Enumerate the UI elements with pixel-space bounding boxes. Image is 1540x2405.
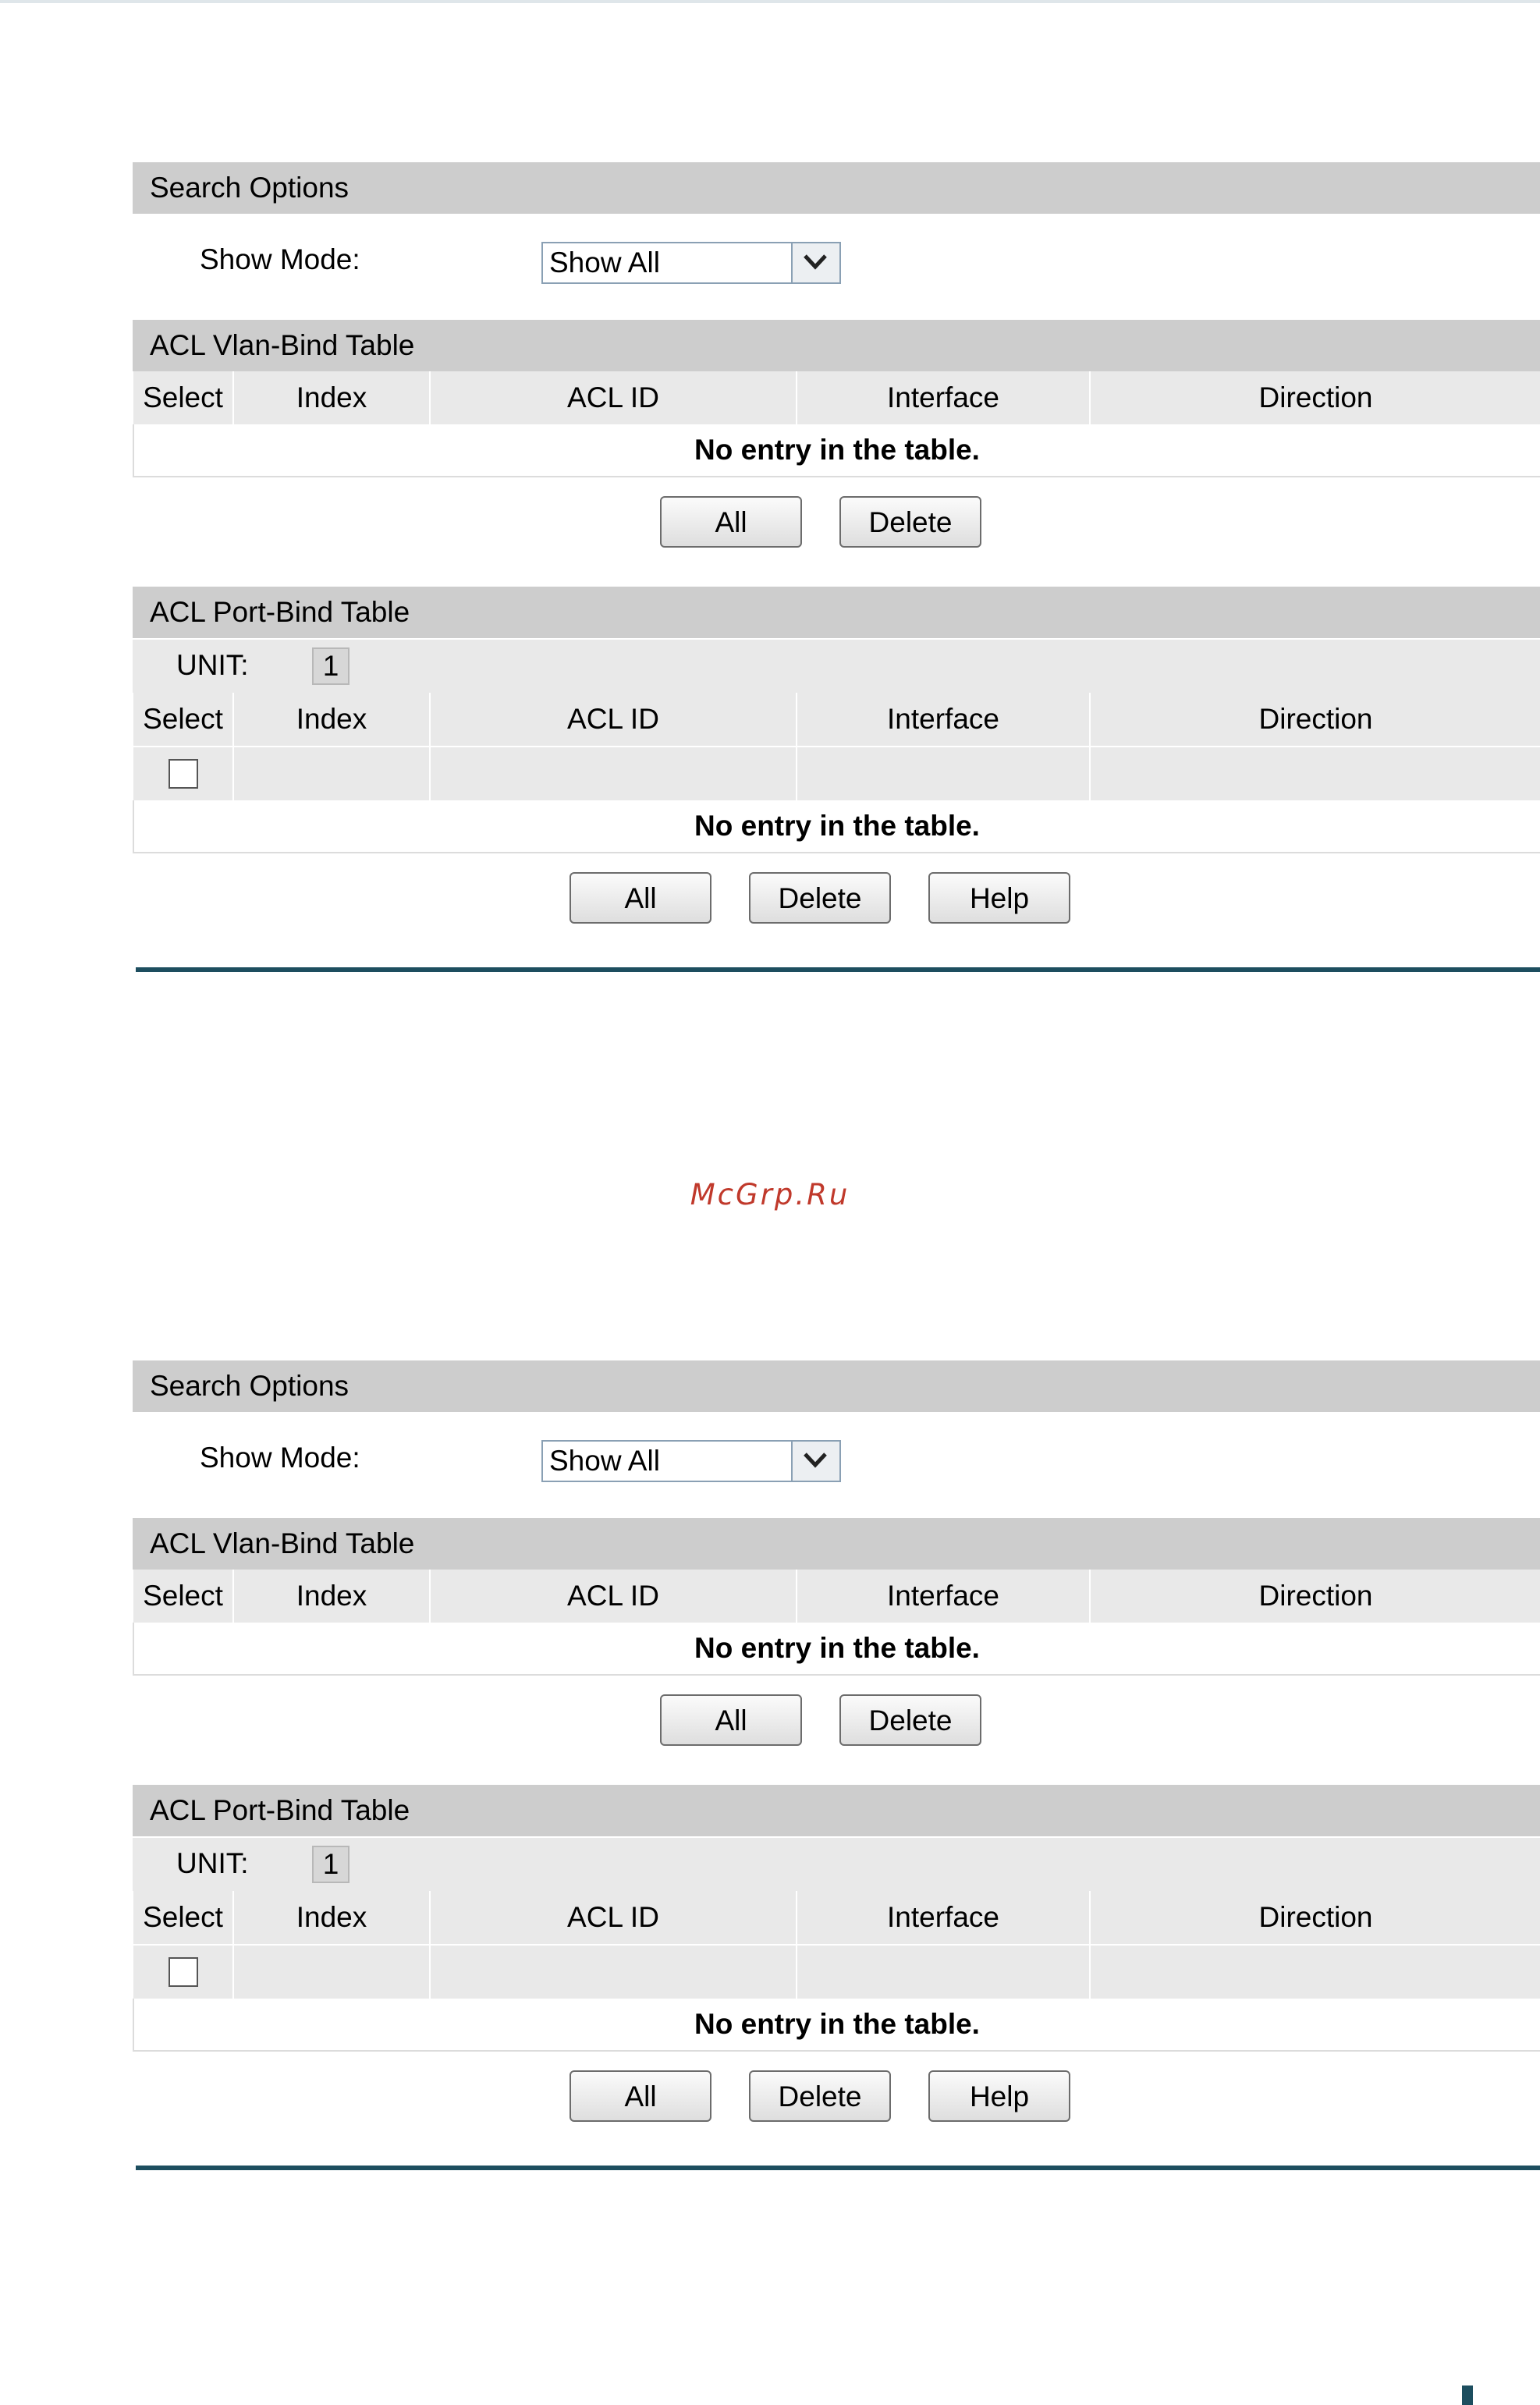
column-header-select: Select xyxy=(133,1570,234,1623)
column-header-interface: Interface xyxy=(797,371,1091,424)
section-divider xyxy=(136,2166,1540,2170)
port-bind-table: Select Index ACL ID Interface Direction … xyxy=(133,693,1540,853)
column-header-index: Index xyxy=(233,693,431,747)
page-corner-mark xyxy=(1462,2385,1473,2405)
vlan-bind-button-row: All Delete xyxy=(133,477,1540,587)
show-mode-row: Show Mode: Show All xyxy=(133,1412,1540,1518)
blank-cell xyxy=(233,746,431,800)
blank-cell xyxy=(430,1944,797,1999)
vlan-bind-table: Select Index ACL ID Interface Direction … xyxy=(133,1570,1540,1676)
show-mode-select[interactable]: Show All xyxy=(541,1440,841,1482)
port-bind-empty-message: No entry in the table. xyxy=(133,800,1540,853)
search-options-header: Search Options xyxy=(133,162,1540,214)
vlan-delete-button[interactable]: Delete xyxy=(839,1694,981,1746)
column-header-index: Index xyxy=(233,1891,431,1945)
acl-binding-panel-1: Search Options Show Mode: Show All ACL V… xyxy=(133,162,1540,963)
vlan-delete-button[interactable]: Delete xyxy=(839,496,981,548)
vlan-bind-table-header: ACL Vlan-Bind Table xyxy=(133,320,1540,371)
vlan-bind-column-headers: Select Index ACL ID Interface Direction xyxy=(133,1570,1540,1623)
unit-label: UNIT: xyxy=(176,649,249,681)
help-button[interactable]: Help xyxy=(928,2070,1070,2122)
vlan-bind-empty-message: No entry in the table. xyxy=(133,1623,1540,1676)
port-delete-button[interactable]: Delete xyxy=(749,2070,891,2122)
port-bind-table-header: ACL Port-Bind Table xyxy=(133,1785,1540,1836)
column-header-acl-id: ACL ID xyxy=(430,693,797,747)
port-bind-button-row: All Delete Help xyxy=(133,853,1540,963)
port-bind-column-headers: Select Index ACL ID Interface Direction xyxy=(133,693,1540,747)
section-divider xyxy=(136,967,1540,972)
blank-cell xyxy=(1090,746,1540,800)
search-options-header: Search Options xyxy=(133,1360,1540,1412)
unit-selector-row: UNIT: 1 xyxy=(133,1836,1540,1891)
vlan-select-all-button[interactable]: All xyxy=(660,1694,802,1746)
unit-label: UNIT: xyxy=(176,1847,249,1879)
unit-tab-1[interactable]: 1 xyxy=(312,647,350,685)
blank-cell xyxy=(430,746,797,800)
vlan-select-all-button[interactable]: All xyxy=(660,496,802,548)
vlan-bind-table-header: ACL Vlan-Bind Table xyxy=(133,1518,1540,1570)
column-header-direction: Direction xyxy=(1090,1570,1540,1623)
column-header-direction: Direction xyxy=(1090,371,1540,424)
chevron-down-icon[interactable] xyxy=(791,1442,839,1481)
blank-cell xyxy=(797,746,1091,800)
watermark: McGrp.Ru xyxy=(690,1178,850,1211)
chevron-down-icon[interactable] xyxy=(791,243,839,282)
unit-selector-row: UNIT: 1 xyxy=(133,638,1540,693)
column-header-direction: Direction xyxy=(1090,1891,1540,1945)
select-all-row xyxy=(133,746,1540,800)
port-bind-table: Select Index ACL ID Interface Direction … xyxy=(133,1891,1540,2052)
blank-cell xyxy=(233,1944,431,1999)
unit-tab-1[interactable]: 1 xyxy=(312,1846,350,1883)
acl-binding-panel-2: Search Options Show Mode: Show All ACL V… xyxy=(133,1360,1540,2161)
show-mode-value: Show All xyxy=(549,1445,660,1477)
port-bind-button-row: All Delete Help xyxy=(133,2052,1540,2161)
select-all-checkbox[interactable] xyxy=(168,1957,198,1987)
column-header-direction: Direction xyxy=(1090,693,1540,747)
show-mode-label: Show Mode: xyxy=(200,1442,360,1474)
column-header-acl-id: ACL ID xyxy=(430,1891,797,1945)
show-mode-row: Show Mode: Show All xyxy=(133,214,1540,320)
select-all-cell xyxy=(133,1944,234,1999)
column-header-interface: Interface xyxy=(797,1891,1091,1945)
help-button[interactable]: Help xyxy=(928,872,1070,924)
show-mode-label: Show Mode: xyxy=(200,243,360,275)
port-delete-button[interactable]: Delete xyxy=(749,872,891,924)
vlan-bind-table: Select Index ACL ID Interface Direction … xyxy=(133,371,1540,477)
column-header-index: Index xyxy=(233,371,431,424)
column-header-acl-id: ACL ID xyxy=(430,1570,797,1623)
column-header-index: Index xyxy=(233,1570,431,1623)
column-header-interface: Interface xyxy=(797,693,1091,747)
select-all-cell xyxy=(133,746,234,800)
show-mode-select[interactable]: Show All xyxy=(541,242,841,284)
port-bind-empty-message: No entry in the table. xyxy=(133,1999,1540,2052)
select-all-checkbox[interactable] xyxy=(168,759,198,789)
blank-cell xyxy=(1090,1944,1540,1999)
column-header-interface: Interface xyxy=(797,1570,1091,1623)
port-bind-column-headers: Select Index ACL ID Interface Direction xyxy=(133,1891,1540,1945)
column-header-select: Select xyxy=(133,371,234,424)
top-rule xyxy=(0,0,1540,3)
show-mode-value: Show All xyxy=(549,247,660,278)
blank-cell xyxy=(797,1944,1091,1999)
column-header-select: Select xyxy=(133,693,234,747)
select-all-row xyxy=(133,1944,1540,1999)
vlan-bind-column-headers: Select Index ACL ID Interface Direction xyxy=(133,371,1540,424)
column-header-select: Select xyxy=(133,1891,234,1945)
column-header-acl-id: ACL ID xyxy=(430,371,797,424)
vlan-bind-button-row: All Delete xyxy=(133,1676,1540,1785)
vlan-bind-empty-message: No entry in the table. xyxy=(133,424,1540,477)
port-select-all-button[interactable]: All xyxy=(570,872,711,924)
port-select-all-button[interactable]: All xyxy=(570,2070,711,2122)
port-bind-table-header: ACL Port-Bind Table xyxy=(133,587,1540,638)
